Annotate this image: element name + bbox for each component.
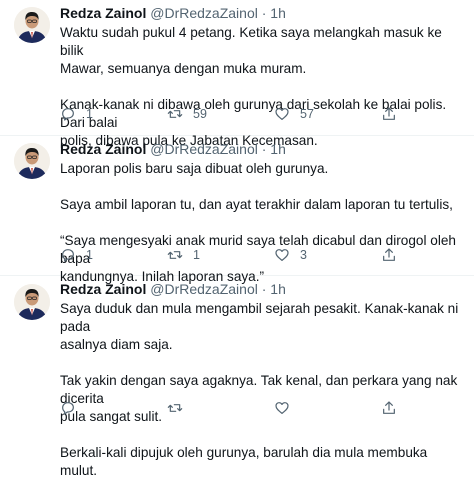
tweet-text: Laporan polis baru saja dibuat oleh guru…	[60, 161, 456, 284]
share-icon	[383, 401, 395, 414]
share-button[interactable]	[381, 399, 401, 417]
avatar[interactable]	[14, 284, 50, 320]
avatar[interactable]	[14, 7, 50, 43]
reply-icon	[62, 402, 74, 415]
tweet-actions: 1 59 57	[60, 105, 401, 123]
tweet-header: Redza Zainol @DrRedzaZainol · 1h	[60, 140, 464, 158]
like-count: 57	[300, 107, 314, 121]
reply-count: 1	[86, 248, 93, 262]
tweet-header: Redza Zainol @DrRedzaZainol · 1h	[60, 280, 464, 298]
author-name[interactable]: Redza Zainol	[60, 5, 146, 21]
share-icon	[383, 248, 395, 261]
tweet[interactable]: Redza Zainol @DrRedzaZainol · 1h Laporan…	[0, 136, 474, 284]
retweet-count: 1	[193, 248, 200, 262]
separator-dot: ·	[261, 141, 267, 157]
reply-count: 1	[86, 107, 93, 121]
reply-button[interactable]: 1	[60, 246, 167, 264]
author-handle[interactable]: @DrRedzaZainol	[150, 281, 258, 297]
tweet-actions	[60, 399, 401, 417]
retweet-button[interactable]: 59	[167, 105, 274, 123]
retweet-icon	[167, 404, 183, 412]
retweet-icon	[167, 251, 183, 259]
timestamp[interactable]: 1h	[270, 281, 286, 297]
avatar[interactable]	[14, 143, 50, 179]
author-handle[interactable]: @DrRedzaZainol	[150, 141, 258, 157]
author-handle[interactable]: @DrRedzaZainol	[150, 5, 258, 21]
reply-button[interactable]	[60, 399, 167, 417]
separator-dot: ·	[261, 281, 267, 297]
like-button[interactable]: 57	[274, 105, 381, 123]
share-button[interactable]	[381, 105, 401, 123]
share-button[interactable]	[381, 246, 401, 264]
like-button[interactable]	[274, 399, 381, 417]
like-button[interactable]: 3	[274, 246, 381, 264]
heart-icon	[275, 108, 289, 120]
reply-button[interactable]: 1	[60, 105, 167, 123]
reply-icon	[62, 249, 74, 262]
reply-icon	[62, 108, 74, 121]
retweet-button[interactable]: 1	[167, 246, 274, 264]
tweet-text: Waktu sudah pukul 4 petang. Ketika saya …	[60, 25, 447, 148]
heart-icon	[275, 249, 289, 261]
heart-icon	[275, 402, 289, 414]
tweet-header: Redza Zainol @DrRedzaZainol · 1h	[60, 4, 464, 22]
share-icon	[383, 107, 395, 120]
separator-dot: ·	[261, 5, 267, 21]
retweet-icon	[167, 110, 183, 118]
tweet-text: Saya duduk dan mula mengambil sejarah pe…	[60, 301, 459, 478]
retweet-count: 59	[193, 107, 207, 121]
timestamp[interactable]: 1h	[270, 5, 286, 21]
author-name[interactable]: Redza Zainol	[60, 141, 146, 157]
author-name[interactable]: Redza Zainol	[60, 281, 146, 297]
retweet-button[interactable]	[167, 399, 274, 417]
tweet-actions: 1 1 3	[60, 246, 401, 264]
tweet[interactable]: Redza Zainol @DrRedzaZainol · 1h Saya du…	[0, 276, 474, 478]
like-count: 3	[300, 248, 307, 262]
tweet[interactable]: Redza Zainol @DrRedzaZainol · 1h Waktu s…	[0, 0, 474, 148]
timestamp[interactable]: 1h	[270, 141, 286, 157]
